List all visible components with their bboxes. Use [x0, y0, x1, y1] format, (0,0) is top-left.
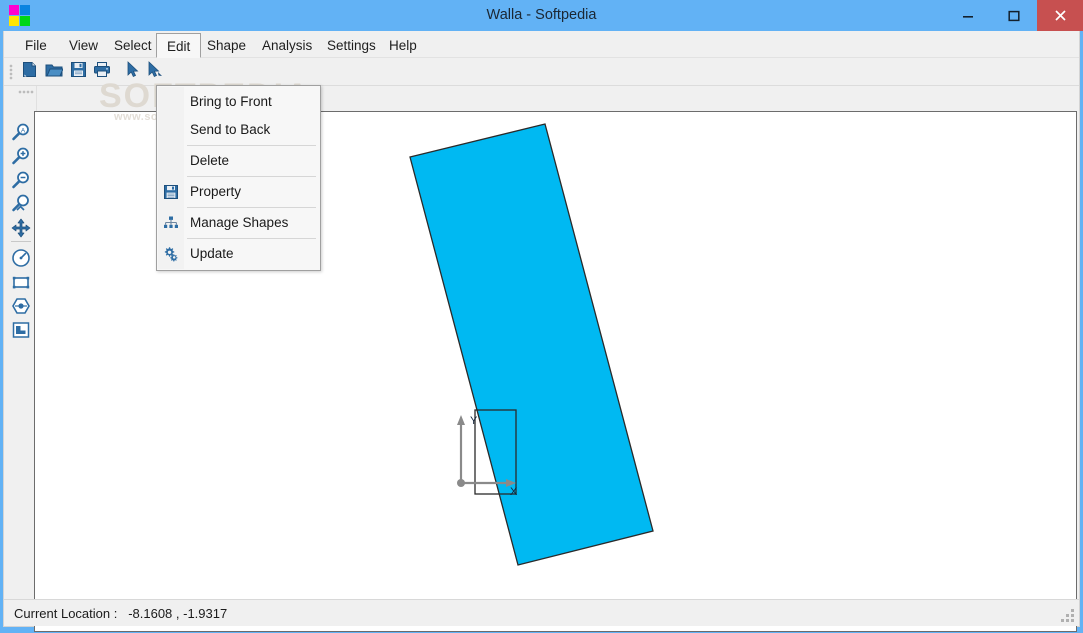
maximize-icon	[991, 0, 1037, 31]
zoom-all-button[interactable]: A	[9, 122, 33, 146]
axis-label-x: X	[510, 486, 518, 498]
dial-gauge-button[interactable]	[9, 248, 33, 272]
new-file-icon	[21, 61, 38, 83]
menu-item-delete[interactable]: Delete	[157, 147, 320, 175]
polygon-button[interactable]	[9, 296, 33, 320]
title-bar: Walla - Softpedia	[0, 0, 1083, 31]
edit-dropdown-menu: Bring to Front Send to Back Delete Prope…	[156, 85, 321, 271]
resize-grip[interactable]	[1061, 609, 1075, 623]
menu-item-property[interactable]: Property	[157, 178, 320, 206]
cursor-arrow-button[interactable]	[121, 61, 143, 83]
menu-edit[interactable]: Edit	[156, 33, 202, 58]
hierarchy-icon	[162, 214, 180, 232]
status-location: Current Location : -8.1608 , -1.9317	[14, 600, 227, 627]
menu-analysis[interactable]: Analysis	[252, 33, 322, 58]
minimize-button[interactable]	[945, 0, 991, 31]
menu-file[interactable]: File	[15, 33, 57, 58]
print-button[interactable]	[91, 61, 113, 83]
dial-gauge-icon	[11, 248, 31, 273]
new-file-button[interactable]	[18, 61, 40, 83]
open-folder-icon	[45, 61, 64, 83]
menu-item-bring-to-front[interactable]: Bring to Front	[157, 88, 320, 116]
zoom-in-button[interactable]	[9, 146, 33, 170]
minimize-icon	[945, 0, 991, 31]
svg-text:A: A	[21, 127, 26, 134]
open-folder-button[interactable]	[43, 61, 65, 83]
menu-help[interactable]: Help	[379, 33, 427, 58]
save-disk-icon	[162, 183, 180, 201]
menu-view[interactable]: View	[59, 33, 108, 58]
left-toolbar-grip[interactable]	[18, 90, 34, 94]
menu-select[interactable]: Select	[104, 33, 162, 58]
zoom-in-icon	[11, 146, 31, 171]
save-button[interactable]	[67, 61, 89, 83]
shape-tool-icon	[11, 320, 31, 345]
menu-bar: File View Select Edit Shape Analysis Set…	[4, 31, 1079, 58]
cursor-pick-icon	[147, 61, 163, 83]
window-body: File View Select Edit Shape Analysis Set…	[3, 31, 1080, 632]
status-bar: Current Location : -8.1608 , -1.9317	[4, 599, 1079, 626]
toolbar-grip[interactable]	[9, 64, 13, 80]
menu-item-send-to-back[interactable]: Send to Back	[157, 116, 320, 144]
menu-item-manage-shapes[interactable]: Manage Shapes	[157, 209, 320, 237]
menu-shape[interactable]: Shape	[197, 33, 256, 58]
menu-item-update-label: Update	[190, 246, 234, 261]
menu-item-manage-shapes-label: Manage Shapes	[190, 215, 289, 230]
close-icon	[1037, 0, 1083, 31]
zoom-window-icon	[11, 194, 31, 219]
dropdown-separator-3	[187, 207, 316, 208]
dropdown-separator-1	[187, 145, 316, 146]
maximize-button[interactable]	[991, 0, 1037, 31]
menu-item-property-label: Property	[190, 184, 242, 199]
gears-icon	[162, 245, 180, 263]
cursor-arrow-icon	[125, 61, 140, 83]
left-toolbar: A	[4, 86, 37, 619]
dropdown-separator-4	[187, 238, 316, 239]
main-polygon[interactable]	[409, 123, 654, 566]
dropdown-separator-2	[187, 176, 316, 177]
zoom-all-icon: A	[11, 122, 31, 147]
rectangle-icon	[11, 272, 31, 297]
status-location-value: -8.1608 , -1.9317	[128, 606, 228, 621]
menu-settings[interactable]: Settings	[317, 33, 386, 58]
cursor-pick-button[interactable]	[144, 61, 166, 83]
zoom-window-button[interactable]	[9, 194, 33, 218]
top-toolbar	[4, 58, 1079, 86]
window-title: Walla - Softpedia	[486, 7, 597, 23]
zoom-out-button[interactable]	[9, 170, 33, 194]
save-disk-icon	[70, 61, 87, 83]
close-button[interactable]	[1037, 0, 1083, 31]
pan-move-icon	[11, 218, 31, 243]
rectangle-button[interactable]	[9, 272, 33, 296]
zoom-out-icon	[11, 170, 31, 195]
axis-label-y: Y	[470, 415, 478, 427]
left-toolbar-separator	[11, 241, 31, 242]
polygon-icon	[11, 296, 31, 321]
menu-item-update[interactable]: Update	[157, 240, 320, 268]
status-location-label: Current Location :	[14, 606, 118, 621]
print-icon	[93, 61, 111, 83]
shape-tool-button[interactable]	[9, 320, 33, 344]
application-window: Walla - Softpedia File View Select Edit …	[0, 0, 1083, 633]
pan-move-button[interactable]	[9, 218, 33, 242]
